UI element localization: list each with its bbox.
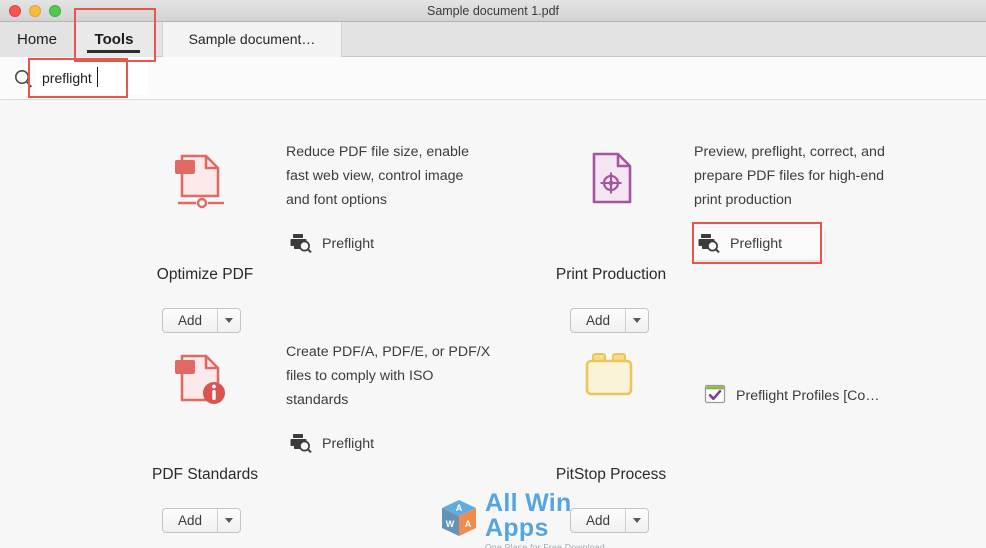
watermark-text: All Win Apps One Place for Free Download	[485, 488, 637, 548]
search-icon	[14, 69, 33, 88]
active-tab-indicator	[87, 50, 140, 53]
window-controls	[9, 4, 61, 17]
preflight-profiles-checkmark-icon	[704, 383, 726, 410]
tool-card-title: PDF Standards	[152, 466, 258, 483]
tool-card-description: Reduce PDF file size, enable fast web vi…	[286, 144, 469, 208]
watermark-cube-logo-icon: A W A	[437, 497, 481, 546]
add-button-label: Add	[177, 513, 203, 528]
action-label: Preflight Profiles [Co…	[736, 388, 880, 404]
add-button-label: Add	[585, 313, 611, 328]
preflight-printer-icon	[698, 231, 720, 258]
action-label: Preflight	[730, 236, 783, 252]
acrobat-tools-window: Sample document 1.pdf Home Tools Sample …	[0, 0, 986, 548]
tab-bar: Home Tools Sample document…	[0, 22, 986, 57]
svg-text:A: A	[465, 519, 472, 529]
preflight-printer-icon	[290, 431, 312, 458]
tools-grid: Optimize PDF Add Reduce PDF file size, e…	[0, 100, 986, 548]
action-label: Preflight	[322, 436, 375, 452]
svg-text:A: A	[456, 503, 463, 513]
tool-card-description: Preview, preflight, correct, and prepare…	[694, 144, 885, 208]
optimize-pdf-preflight[interactable]: Preflight	[286, 228, 382, 260]
tab-home-label: Home	[16, 31, 57, 48]
pdf-document-registration-target-icon	[580, 148, 644, 212]
window-title: Sample document 1.pdf	[426, 4, 560, 18]
tab-sample-document-label: Sample document…	[188, 31, 316, 47]
add-button-label: Add	[177, 313, 203, 328]
tool-card-title: Print Production	[555, 266, 667, 283]
add-button-pdf-standards[interactable]: Add	[162, 508, 241, 533]
pdf-document-info-icon	[172, 348, 236, 412]
tool-card-title: PitStop Process	[555, 466, 667, 483]
svg-text:W: W	[446, 519, 455, 529]
tab-sample-document[interactable]: Sample document…	[162, 22, 342, 57]
chevron-down-icon[interactable]	[625, 309, 648, 332]
lego-block-icon	[580, 348, 644, 412]
watermark-all-win-apps: A W A All Win Apps One Place for Free Do…	[437, 490, 637, 548]
add-button-print-production[interactable]: Add	[570, 308, 649, 333]
action-label: Preflight	[322, 236, 375, 252]
tab-tools[interactable]: Tools	[74, 22, 154, 57]
maximize-button[interactable]	[49, 4, 61, 17]
close-button[interactable]	[9, 4, 21, 17]
watermark-tagline: One Place for Free Download	[485, 541, 605, 548]
tool-card-title: Optimize PDF	[156, 266, 254, 283]
pitstop-preflight-profiles[interactable]: Preflight Profiles [Co…	[700, 380, 888, 412]
pdf-document-optimize-icon	[172, 148, 236, 212]
search-input[interactable]	[36, 61, 148, 95]
print-production-preflight[interactable]: Preflight	[694, 228, 824, 260]
watermark-title: All Win Apps	[485, 488, 572, 542]
pdf-standards-preflight[interactable]: Preflight	[286, 428, 382, 460]
minimize-button[interactable]	[29, 4, 41, 17]
chevron-down-icon[interactable]	[217, 509, 240, 532]
tool-card-description: Create PDF/A, PDF/E, or PDF/X files to c…	[286, 344, 491, 408]
chevron-down-icon[interactable]	[217, 309, 240, 332]
add-button-optimize-pdf[interactable]: Add	[162, 308, 241, 333]
preflight-printer-icon	[290, 231, 312, 258]
text-caret	[97, 67, 98, 87]
tab-home[interactable]: Home	[0, 22, 74, 57]
window-titlebar: Sample document 1.pdf	[0, 0, 986, 22]
tab-tools-label: Tools	[94, 31, 134, 48]
